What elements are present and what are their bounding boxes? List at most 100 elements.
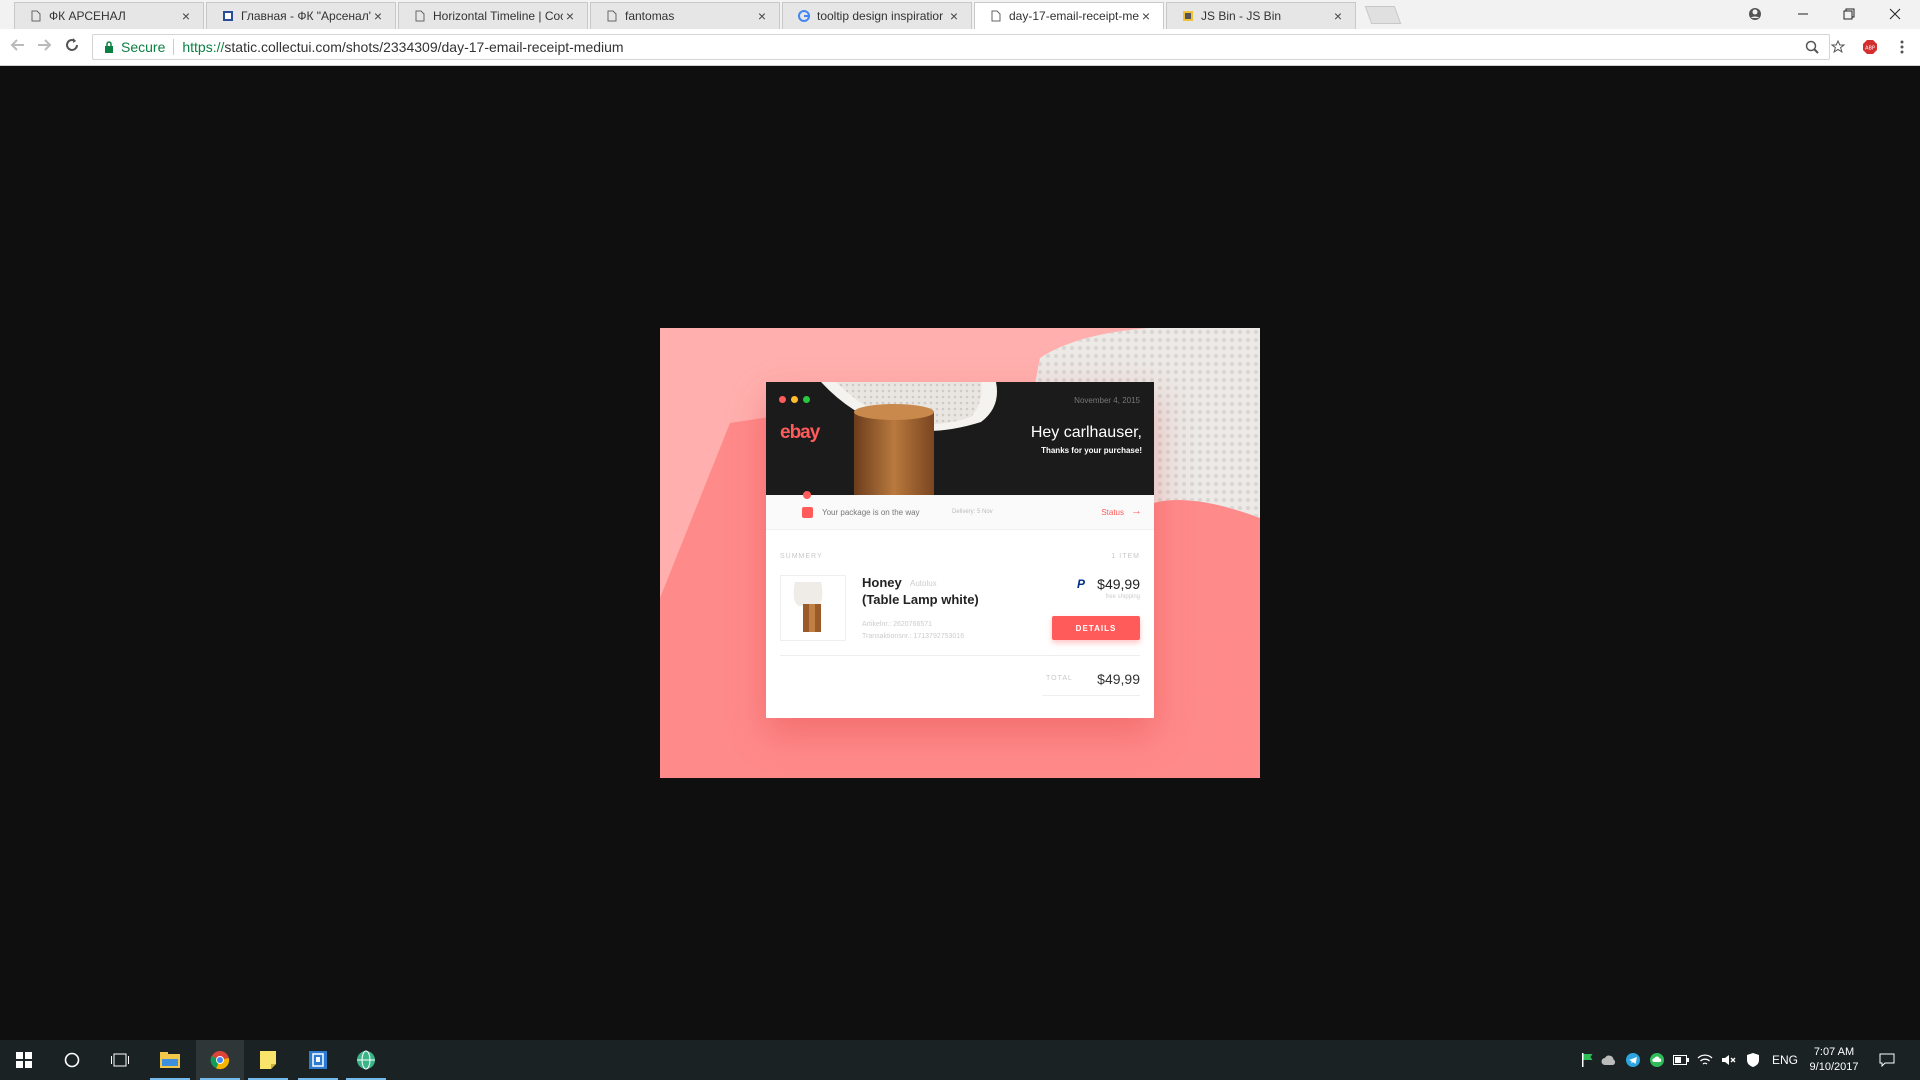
thanks-message: Thanks for your purchase! (1041, 446, 1142, 455)
email-receipt-card: ebay November 4, 2015 Hey carlhauser, Th… (766, 382, 1154, 718)
secure-label: Secure (121, 39, 166, 55)
sticky-notes-icon[interactable] (244, 1040, 292, 1080)
product-subtitle: (Table Lamp white) (862, 592, 979, 607)
tab-strip: ФК АРСЕНАЛ × Главная - ФК "Арсенал" × Ho… (0, 0, 1920, 29)
task-view-icon[interactable] (96, 1040, 144, 1080)
close-icon[interactable]: × (371, 9, 385, 23)
page-icon (605, 9, 619, 23)
receipt-date: November 4, 2015 (1074, 396, 1140, 405)
tab-tooltip-design[interactable]: tooltip design inspiratior × (782, 2, 972, 29)
url-separator (173, 39, 175, 55)
windows-taskbar: ENG 7:07 AM 9/10/2017 (0, 1040, 1920, 1080)
lock-icon (101, 39, 117, 55)
article-number: Artikelnr.: 2620766571 (862, 621, 933, 628)
ebay-logo: ebay (780, 422, 820, 443)
google-icon (797, 9, 811, 23)
receipt-header: ebay November 4, 2015 Hey carlhauser, Th… (766, 382, 1154, 495)
globe-app-icon[interactable] (342, 1040, 390, 1080)
back-arrow-icon[interactable] (8, 37, 28, 57)
close-icon[interactable]: × (1331, 9, 1345, 23)
yellow-dot-icon (791, 396, 798, 403)
telegram-icon[interactable] (1624, 1050, 1642, 1070)
shipping-status-bar: Your package is on the way Delivery: 5 N… (766, 491, 1154, 530)
status-text: Your package is on the way (822, 508, 920, 517)
adblock-icon[interactable]: ABP (1860, 37, 1880, 57)
battery-icon[interactable] (1672, 1050, 1690, 1070)
tab-title: fantomas (625, 9, 675, 23)
product-price: $49,99 (1097, 576, 1140, 592)
tab-fantomas[interactable]: fantomas × (590, 2, 780, 29)
forward-arrow-icon[interactable] (34, 37, 54, 57)
tab-title: JS Bin - JS Bin (1201, 9, 1282, 23)
zoom-icon[interactable] (1802, 37, 1822, 57)
package-icon (802, 507, 813, 518)
close-icon[interactable]: × (1139, 9, 1153, 23)
tab-email-receipt[interactable]: day-17-email-receipt-me × (974, 2, 1164, 29)
bookmark-star-icon[interactable] (1828, 37, 1848, 57)
tab-title: Horizontal Timeline | Coc (433, 9, 563, 23)
divider (780, 655, 1140, 656)
paypal-icon: P (1077, 577, 1086, 591)
security-shield-icon[interactable] (1744, 1050, 1762, 1070)
page-icon (989, 9, 1003, 23)
product-thumbnail (780, 575, 846, 641)
close-icon[interactable]: × (179, 9, 193, 23)
window-dots (779, 396, 810, 403)
close-icon[interactable]: × (563, 9, 577, 23)
tab-title: ФК АРСЕНАЛ (49, 9, 126, 23)
clock-date: 9/10/2017 (1809, 1061, 1859, 1073)
total-label: TOTAL (1046, 675, 1073, 682)
menu-kebab-icon[interactable] (1892, 37, 1912, 57)
jsbin-icon (1181, 9, 1195, 23)
flag-icon[interactable] (1578, 1050, 1596, 1070)
tab-title: tooltip design inspiratior (817, 9, 944, 23)
new-tab-button[interactable] (1364, 6, 1402, 24)
greeting: Hey carlhauser, (1030, 424, 1142, 441)
tab-jsbin[interactable]: JS Bin - JS Bin × (1166, 2, 1356, 29)
volume-muted-icon[interactable] (1720, 1050, 1738, 1070)
product-name: Honey (862, 575, 902, 590)
red-dot-icon (779, 396, 786, 403)
chrome-icon[interactable] (196, 1040, 244, 1080)
file-explorer-icon[interactable] (146, 1040, 194, 1080)
browser-toolbar: Secure https:// static.collectui.com/sho… (0, 29, 1920, 66)
language-indicator[interactable]: ENG (1772, 1053, 1798, 1067)
tab-horizontal-timeline[interactable]: Horizontal Timeline | Coc × (398, 2, 588, 29)
transaction-number: Transaktionsnr.: 1713792753016 (862, 633, 965, 640)
tab-arsenal-main[interactable]: Главная - ФК "Арсенал" × (206, 2, 396, 29)
windows-start-icon[interactable] (0, 1040, 48, 1080)
cloud-icon[interactable] (1600, 1050, 1618, 1070)
tab-arsenal[interactable]: ФК АРСЕНАЛ × (14, 2, 204, 29)
profile-icon[interactable] (1732, 0, 1777, 28)
site-icon (221, 9, 235, 23)
address-bar[interactable]: Secure https:// static.collectui.com/sho… (92, 34, 1830, 60)
total-value: $49,99 (1097, 671, 1140, 687)
total-underline (1042, 695, 1140, 696)
notifications-icon[interactable] (1878, 1050, 1896, 1070)
close-icon[interactable]: × (755, 9, 769, 23)
product-brand: Autolux (910, 579, 937, 588)
restore-icon[interactable] (1826, 0, 1871, 28)
clock-time: 7:07 AM (1813, 1046, 1855, 1058)
shipping-note: free shipping (1105, 594, 1140, 600)
minimize-icon[interactable] (1780, 0, 1825, 28)
green-cloud-icon[interactable] (1648, 1050, 1666, 1070)
reload-icon[interactable] (62, 37, 82, 57)
status-link[interactable]: Status (1101, 508, 1124, 517)
clock[interactable]: 7:07 AM 9/10/2017 (1808, 1045, 1860, 1075)
url-text: static.collectui.com/shots/2334309/day-1… (224, 39, 624, 55)
arrow-right-icon[interactable]: → (1131, 505, 1142, 517)
tab-title: day-17-email-receipt-me (1009, 9, 1139, 23)
close-window-icon[interactable] (1872, 0, 1917, 28)
cortana-search-icon[interactable] (48, 1040, 96, 1080)
svg-text:ABP: ABP (1865, 46, 1875, 52)
page-icon (29, 9, 43, 23)
url-scheme: https:// (182, 39, 225, 55)
items-count: 1 ITEM (1111, 553, 1140, 560)
close-icon[interactable]: × (947, 9, 961, 23)
app-window-icon[interactable] (294, 1040, 342, 1080)
progress-dot-icon (803, 491, 811, 499)
wifi-icon[interactable] (1696, 1050, 1714, 1070)
lamp-thumbnail-image (793, 582, 823, 632)
details-button[interactable]: DETAILS (1052, 616, 1140, 640)
